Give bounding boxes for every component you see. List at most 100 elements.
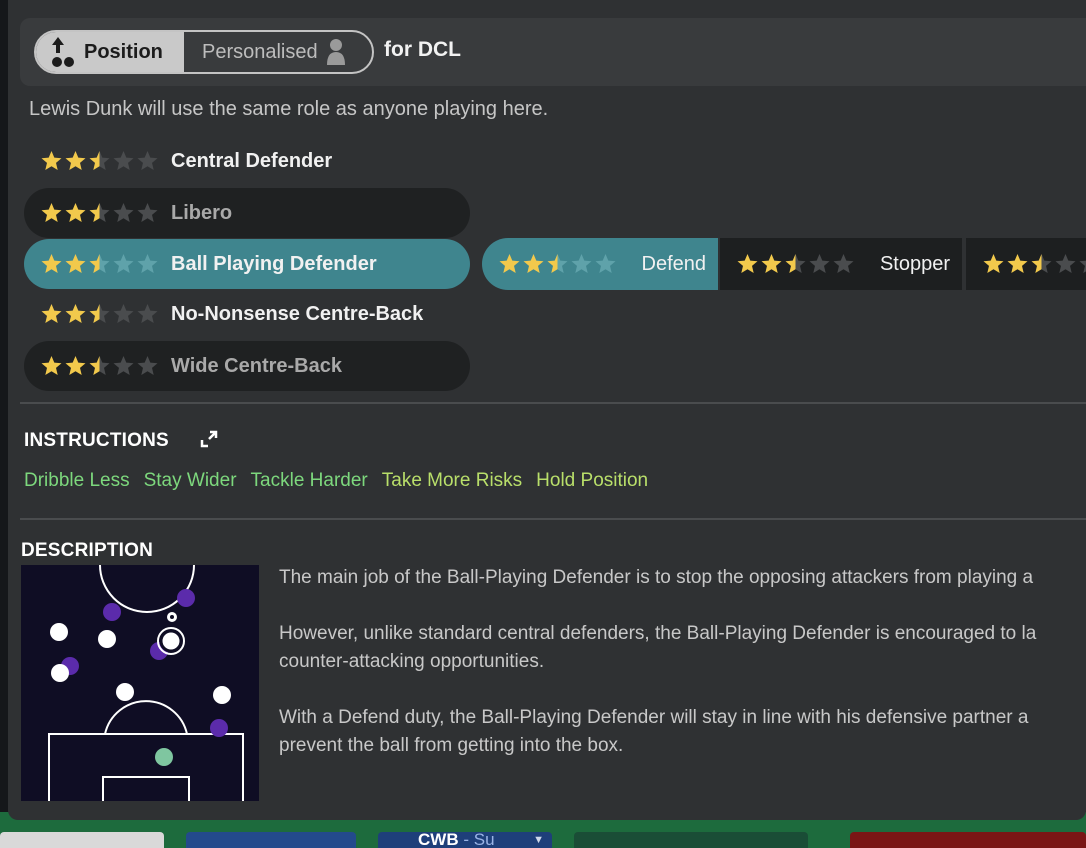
star-icon	[89, 151, 110, 170]
instruction-item[interactable]: Dribble Less	[24, 470, 130, 492]
personalised-tab-label: Personalised	[202, 40, 318, 63]
team-player-marker	[213, 686, 231, 704]
star-icon	[983, 254, 1004, 273]
description-paragraph: However, unlike standard central defende…	[279, 623, 1037, 672]
star-icon	[1007, 254, 1028, 273]
background-player-card[interactable]	[186, 832, 356, 848]
instruction-item[interactable]: Take More Risks	[382, 470, 522, 492]
star-icon	[89, 203, 110, 222]
background-player-card-cwb[interactable]: CWB - Su ▼	[378, 830, 552, 848]
role-movement-diagram	[21, 565, 259, 801]
star-icon	[65, 304, 86, 323]
position-tab[interactable]: Position	[36, 32, 184, 72]
role-item-central-defender[interactable]: Central Defender	[24, 136, 470, 186]
star-icon	[113, 356, 134, 375]
star-icon	[499, 254, 520, 273]
opponent-marker	[103, 603, 121, 621]
star-icon	[137, 151, 158, 170]
description-heading: DESCRIPTION	[21, 540, 154, 561]
role-info-text: Lewis Dunk will use the same role as any…	[29, 98, 549, 120]
role-label: No-Nonsense Centre-Back	[171, 302, 424, 325]
goalkeeper-marker	[155, 748, 173, 766]
team-player-marker	[50, 623, 68, 641]
role-rating-stars	[40, 150, 159, 172]
star-icon	[761, 254, 782, 273]
instruction-item[interactable]: Stay Wider	[144, 470, 237, 492]
background-player-card[interactable]	[574, 832, 808, 848]
opponent-marker	[177, 589, 195, 607]
role-rating-stars	[40, 202, 159, 224]
position-label: for DCL	[384, 38, 461, 61]
card-duty: Su	[473, 830, 495, 848]
instruction-item[interactable]: Hold Position	[536, 470, 648, 492]
duty-rating-stars	[982, 253, 1086, 275]
personalised-tab[interactable]: Personalised	[184, 32, 372, 72]
divider	[20, 402, 1086, 404]
role-item-wide-centre-back[interactable]: Wide Centre-Back	[24, 341, 470, 391]
duty-option-stopper[interactable]: Stopper	[720, 238, 962, 290]
duty-rating-stars	[498, 253, 617, 275]
role-rating-stars	[40, 253, 159, 275]
star-icon	[809, 254, 830, 273]
role-rating-stars	[40, 303, 159, 325]
star-icon	[595, 254, 616, 273]
role-item-libero[interactable]: Libero	[24, 188, 470, 238]
team-player-marker	[51, 664, 69, 682]
selected-player-marker	[159, 629, 183, 653]
star-icon	[571, 254, 592, 273]
star-icon	[41, 203, 62, 222]
star-icon	[1031, 254, 1052, 273]
star-icon	[113, 203, 134, 222]
opponent-marker	[210, 719, 228, 737]
star-icon	[137, 254, 158, 273]
star-icon	[113, 304, 134, 323]
person-icon	[326, 39, 345, 65]
description-paragraph: With a Defend duty, the Ball-Playing Def…	[279, 707, 1029, 756]
star-icon	[113, 254, 134, 273]
star-icon	[41, 356, 62, 375]
role-label: Ball Playing Defender	[171, 252, 377, 275]
description-paragraph: The main job of the Ball-Playing Defende…	[279, 567, 1034, 588]
star-icon	[89, 254, 110, 273]
star-icon	[41, 304, 62, 323]
star-icon	[137, 356, 158, 375]
star-icon	[1055, 254, 1076, 273]
divider	[20, 518, 1086, 520]
star-icon	[737, 254, 758, 273]
star-icon	[137, 203, 158, 222]
background-player-card[interactable]	[0, 832, 164, 848]
role-item-ball-playing-defender[interactable]: Ball Playing Defender	[24, 239, 470, 289]
star-icon	[137, 304, 158, 323]
role-mode-toggle: Position Personalised	[34, 30, 374, 74]
duty-option-cover[interactable]	[966, 238, 1086, 290]
star-icon	[547, 254, 568, 273]
position-tab-label: Position	[84, 40, 163, 63]
star-icon	[785, 254, 806, 273]
role-description: The main job of the Ball-Playing Defende…	[279, 564, 1086, 788]
role-selection-panel: Position Personalised for DCL Lewis Dunk…	[8, 0, 1086, 820]
expand-icon[interactable]	[200, 430, 218, 448]
star-icon	[65, 151, 86, 170]
instructions-heading: INSTRUCTIONS	[24, 430, 169, 451]
instruction-item[interactable]: Tackle Harder	[251, 470, 368, 492]
star-icon	[41, 151, 62, 170]
role-rating-stars	[40, 355, 159, 377]
star-icon	[65, 203, 86, 222]
duty-label: Stopper	[879, 252, 950, 275]
role-label: Libero	[171, 201, 233, 224]
background-edge	[0, 0, 8, 820]
chevron-down-icon[interactable]: ▼	[533, 832, 544, 848]
background-player-card[interactable]	[850, 832, 1086, 848]
duty-label: Defend	[641, 252, 707, 275]
star-icon	[89, 356, 110, 375]
duty-option-defend[interactable]: Defend	[482, 238, 718, 290]
team-player-marker	[116, 683, 134, 701]
star-icon	[833, 254, 854, 273]
star-icon	[113, 151, 134, 170]
team-player-marker	[98, 630, 116, 648]
role-item-no-nonsense-centre-back[interactable]: No-Nonsense Centre-Back	[24, 289, 470, 339]
star-icon	[523, 254, 544, 273]
card-position: CWB	[418, 830, 459, 848]
star-icon	[65, 254, 86, 273]
instruction-list: Dribble Less Stay Wider Tackle Harder Ta…	[24, 470, 648, 492]
